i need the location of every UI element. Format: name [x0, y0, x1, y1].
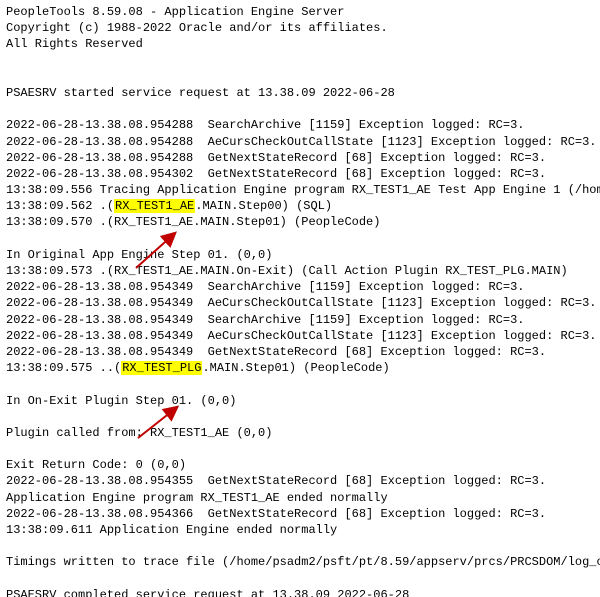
hl2-prefix: 13:38:09.575 ..(: [6, 361, 121, 375]
log-line: 13:38:09.556 Tracing Application Engine …: [6, 182, 600, 198]
log-line: 2022-06-28-13.38.08.954349 AeCursCheckOu…: [6, 328, 600, 344]
hl1-suffix: .MAIN.Step00) (SQL): [195, 199, 332, 213]
log-line: 2022-06-28-13.38.08.954355 GetNextStateR…: [6, 473, 600, 489]
timings-line: Timings written to trace file (/home/psa…: [6, 554, 600, 570]
header-copyright: Copyright (c) 1988-2022 Oracle and/or it…: [6, 20, 600, 36]
highlighted-line-1: 13:38:09.562 .(RX_TEST1_AE.MAIN.Step00) …: [6, 198, 600, 214]
hl2-suffix: .MAIN.Step01) (PeopleCode): [202, 361, 389, 375]
log-line: 2022-06-28-13.38.08.954349 GetNextStateR…: [6, 344, 600, 360]
log-line: Application Engine program RX_TEST1_AE e…: [6, 490, 600, 506]
highlighted-line-2: 13:38:09.575 ..(RX_TEST_PLG.MAIN.Step01)…: [6, 360, 600, 376]
log-output: PeopleTools 8.59.08 - Application Engine…: [0, 0, 600, 597]
header-title: PeopleTools 8.59.08 - Application Engine…: [6, 4, 600, 20]
hl2-span: RX_TEST_PLG: [121, 361, 202, 375]
log-line: 2022-06-28-13.38.08.954288 AeCursCheckOu…: [6, 134, 600, 150]
hl1-span: RX_TEST1_AE: [114, 199, 195, 213]
log-line: 13:38:09.611 Application Engine ended no…: [6, 522, 600, 538]
log-line: 13:38:09.573 .(RX_TEST1_AE.MAIN.On-Exit)…: [6, 263, 600, 279]
log-line: 2022-06-28-13.38.08.954288 SearchArchive…: [6, 117, 600, 133]
log-line: 13:38:09.570 .(RX_TEST1_AE.MAIN.Step01) …: [6, 214, 600, 230]
header-rights: All Rights Reserved: [6, 36, 600, 52]
log-line: 2022-06-28-13.38.08.954349 SearchArchive…: [6, 312, 600, 328]
log-line: 2022-06-28-13.38.08.954349 SearchArchive…: [6, 279, 600, 295]
exit-code-line: Exit Return Code: 0 (0,0): [6, 457, 600, 473]
log-line: 2022-06-28-13.38.08.954288 GetNextStateR…: [6, 150, 600, 166]
log-line: 2022-06-28-13.38.08.954302 GetNextStateR…: [6, 166, 600, 182]
hl1-prefix: 13:38:09.562 .(: [6, 199, 114, 213]
completed-line: PSAESRV completed service request at 13.…: [6, 587, 600, 597]
log-line: 2022-06-28-13.38.08.954349 AeCursCheckOu…: [6, 295, 600, 311]
orig-step-line: In Original App Engine Step 01. (0,0): [6, 247, 600, 263]
started-line: PSAESRV started service request at 13.38…: [6, 85, 600, 101]
onexit-line: In On-Exit Plugin Step 01. (0,0): [6, 393, 600, 409]
log-line: 2022-06-28-13.38.08.954366 GetNextStateR…: [6, 506, 600, 522]
called-from-line: Plugin called from: RX_TEST1_AE (0,0): [6, 425, 600, 441]
